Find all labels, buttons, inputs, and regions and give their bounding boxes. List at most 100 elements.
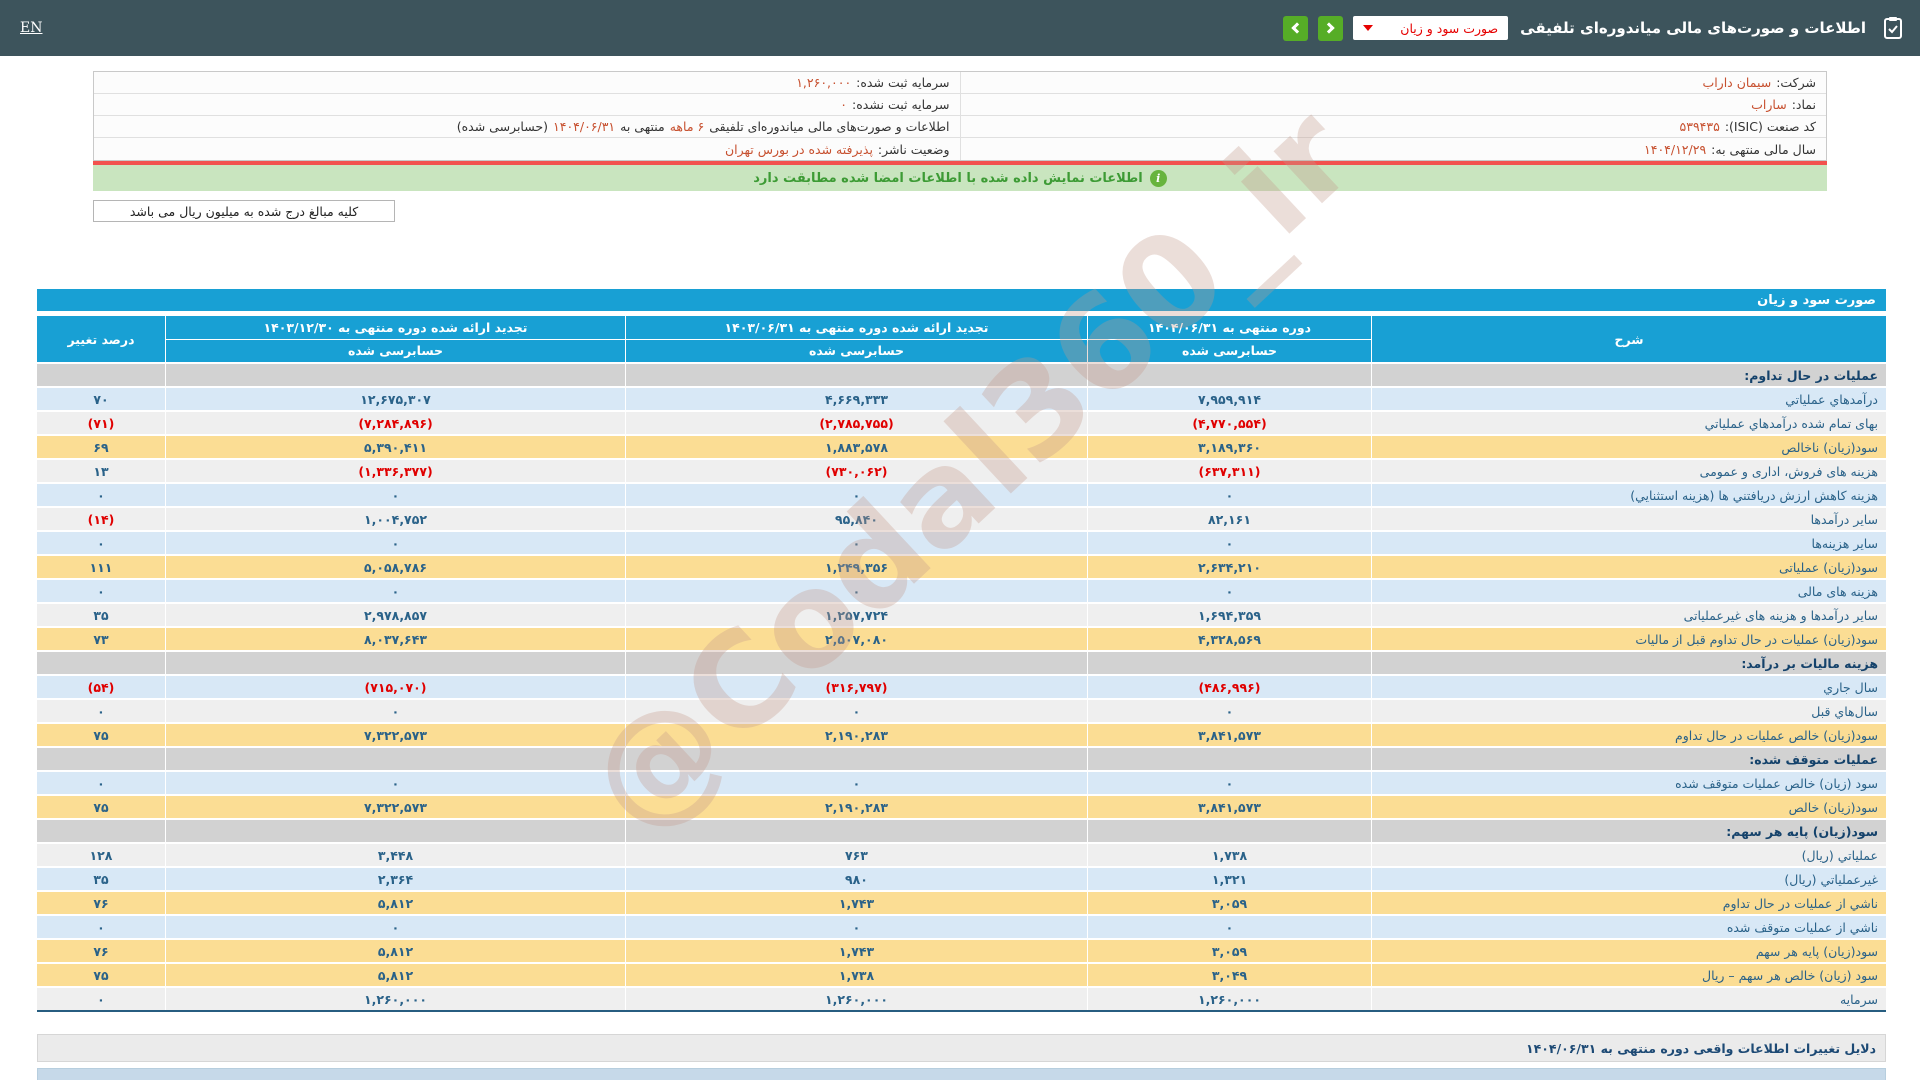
value-cell: ۰: [626, 484, 1087, 506]
row-label: سرمایه: [1372, 988, 1886, 1010]
value-cell: [166, 364, 625, 386]
value-cell: ۱,۷۴۳: [626, 940, 1087, 962]
row-label: سال‌هاي قبل: [1372, 700, 1886, 722]
row-label: سود (زیان) خالص هر سهم – ریال: [1372, 964, 1886, 986]
value-cell: ۰: [166, 484, 625, 506]
value-cell: ۰: [166, 580, 625, 602]
field-label: نماد:: [1792, 97, 1816, 112]
value-cell: ۵,۸۱۲: [166, 940, 625, 962]
value-cell: ۷۵: [37, 724, 165, 746]
value-cell: ۱,۲۶۰,۰۰۰: [166, 988, 625, 1010]
field-value: ۵۳۹۴۳۵: [1680, 119, 1720, 134]
prev-statement-button[interactable]: [1283, 16, 1308, 41]
data-row: سود(زیان) خالص عملیات در حال تداوم۳,۸۴۱,…: [37, 724, 1886, 746]
value-cell: ۴,۶۶۹,۳۳۳: [626, 388, 1087, 410]
value-cell: ۳,۴۴۸: [166, 844, 625, 866]
header-controls: اطلاعات و صورت‌های مالی میاندوره‌ای تلفی…: [1283, 16, 1904, 41]
value-cell: ۵,۳۹۰,۴۱۱: [166, 436, 625, 458]
row-label: سود (زیان) خالص عملیات متوقف شده: [1372, 772, 1886, 794]
data-row: ناشي از عملیات متوقف شده۰۰۰۰: [37, 916, 1886, 938]
value-cell: [626, 820, 1087, 842]
changes-reasons-bar[interactable]: دلایل تغییرات اطلاعات واقعی دوره منتهی ب…: [37, 1034, 1886, 1062]
info-row: کد صنعت (ISIC): ۵۳۹۴۳۵ اطلاعات و صورت‌ها…: [94, 116, 1826, 138]
value-cell: ۱,۷۴۳: [626, 892, 1087, 914]
section-row: عملیات در حال تداوم:: [37, 364, 1886, 386]
value-cell: ۱۲۸: [37, 844, 165, 866]
field-value: ۱۴۰۴/۱۲/۲۹: [1644, 142, 1706, 157]
data-row: سایر درآمدها۸۲,۱۶۱۹۵,۸۴۰۱,۰۰۴,۷۵۲(۱۴): [37, 508, 1886, 530]
income-statement-table: صورت سود و زیان شرح دوره منتهی به ۱۴۰۴/۰…: [37, 289, 1886, 1012]
value-cell: ۵,۰۵۸,۷۸۶: [166, 556, 625, 578]
value-cell: ۱,۷۳۸: [1088, 844, 1371, 866]
value-cell: (۷۳۰,۰۶۲): [626, 460, 1087, 482]
value-cell: ۲,۳۶۴: [166, 868, 625, 890]
statement-type-dropdown[interactable]: صورت سود و زیان: [1353, 16, 1508, 40]
data-row: سود (زیان) خالص عملیات متوقف شده۰۰۰۰: [37, 772, 1886, 794]
info-row: نماد: ساراب سرمایه ثبت نشده: ۰: [94, 94, 1826, 116]
section-row: سود(زیان) پایه هر سهم:: [37, 820, 1886, 842]
value-cell: ۰: [1088, 916, 1371, 938]
info-row: شرکت: سیمان داراب سرمایه ثبت شده: ۱,۲۶۰,…: [94, 72, 1826, 94]
value-cell: ۱,۸۸۳,۵۷۸: [626, 436, 1087, 458]
row-label: سود(زیان) پایه هر سهم: [1372, 940, 1886, 962]
value-cell: (۷۱): [37, 412, 165, 434]
value-cell: ۷۵: [37, 964, 165, 986]
value-cell: [1088, 748, 1371, 770]
value-cell: ۷,۳۲۲,۵۷۳: [166, 796, 625, 818]
data-row: سود(زیان) عملیاتی۲,۶۳۴,۲۱۰۱,۲۴۹,۳۵۶۵,۰۵۸…: [37, 556, 1886, 578]
row-label: سال جاري: [1372, 676, 1886, 698]
issuer-status-field: وضعیت ناشر: پذیرفته شده در بورس تهران: [94, 138, 960, 160]
chevron-left-icon: [1291, 22, 1302, 33]
value-cell: [166, 748, 625, 770]
value-cell: ۲,۶۳۴,۲۱۰: [1088, 556, 1371, 578]
value-cell: ۰: [1088, 580, 1371, 602]
row-label: درآمدهاي عملياتي: [1372, 388, 1886, 410]
value-cell: ۰: [626, 532, 1087, 554]
data-row: هزینه های مالی۰۰۰۰: [37, 580, 1886, 602]
value-cell: ۰: [1088, 532, 1371, 554]
row-label: هزینه های مالی: [1372, 580, 1886, 602]
value-cell: ۰: [37, 988, 165, 1010]
value-cell: ۰: [626, 772, 1087, 794]
value-cell: ۵,۸۱۲: [166, 964, 625, 986]
next-statement-button[interactable]: [1318, 16, 1343, 41]
clipboard-icon: [1882, 16, 1904, 40]
value-cell: ۱,۲۵۷,۷۲۴: [626, 604, 1087, 626]
row-label: سود(زیان) عملیاتی: [1372, 556, 1886, 578]
isic-code-field: کد صنعت (ISIC): ۵۳۹۴۳۵: [960, 116, 1827, 137]
value-cell: ۰: [37, 772, 165, 794]
statement-header-row: شرح دوره منتهی به ۱۴۰۴/۰۶/۳۱ حسابرسی شده…: [37, 316, 1886, 362]
data-row: سود(زیان) پایه هر سهم۳,۰۵۹۱,۷۴۳۵,۸۱۲۷۶: [37, 940, 1886, 962]
data-row: سایر هزینه‌ها۰۰۰۰: [37, 532, 1886, 554]
row-label: ناشي از عملیات متوقف شده: [1372, 916, 1886, 938]
value-cell: ۱۱۱: [37, 556, 165, 578]
value-cell: ۰: [1088, 484, 1371, 506]
data-row: هزینه کاهش ارزش دریافتني ها (هزینه استثن…: [37, 484, 1886, 506]
value-cell: ۷۵: [37, 796, 165, 818]
section-label: سود(زیان) پایه هر سهم:: [1372, 820, 1886, 842]
value-cell: [37, 652, 165, 674]
section-label: هزینه مالیات بر درآمد:: [1372, 652, 1886, 674]
data-row: سود (زیان) خالص هر سهم – ریال۳,۰۴۹۱,۷۳۸۵…: [37, 964, 1886, 986]
english-language-link[interactable]: EN: [20, 20, 42, 36]
value-cell: (۴۸۶,۹۹۶): [1088, 676, 1371, 698]
data-row: بهای تمام شده درآمدهاي عملياتي(۴,۷۷۰,۵۵۴…: [37, 412, 1886, 434]
column-header-description: شرح: [1372, 316, 1886, 362]
value-cell: ۷۳: [37, 628, 165, 650]
field-label: سرمایه ثبت نشده:: [852, 97, 949, 112]
value-cell: ۳,۰۴۹: [1088, 964, 1371, 986]
top-header-bar: اطلاعات و صورت‌های مالی میاندوره‌ای تلفی…: [0, 0, 1920, 56]
value-cell: ۱,۲۶۰,۰۰۰: [626, 988, 1087, 1010]
row-label: هزینه کاهش ارزش دریافتني ها (هزینه استثن…: [1372, 484, 1886, 506]
value-cell: ۳,۸۴۱,۵۷۳: [1088, 724, 1371, 746]
period-label: تجدید ارائه شده دوره منتهی به ۱۴۰۳/۱۲/۳۰: [166, 317, 625, 340]
value-cell: ۰: [166, 700, 625, 722]
collapsed-section-bar[interactable]: [37, 1068, 1886, 1080]
value-cell: ۸۲,۱۶۱: [1088, 508, 1371, 530]
value-cell: ۷,۳۲۲,۵۷۳: [166, 724, 625, 746]
field-value: ۰: [840, 97, 847, 112]
field-label: سرمایه ثبت شده:: [856, 75, 949, 90]
data-row: غیرعملیاتي (ریال)۱,۳۲۱۹۸۰۲,۳۶۴۳۵: [37, 868, 1886, 890]
column-header-change-percent: درصد تغییر: [37, 316, 165, 362]
registered-capital-field: سرمایه ثبت شده: ۱,۲۶۰,۰۰۰: [94, 72, 960, 93]
